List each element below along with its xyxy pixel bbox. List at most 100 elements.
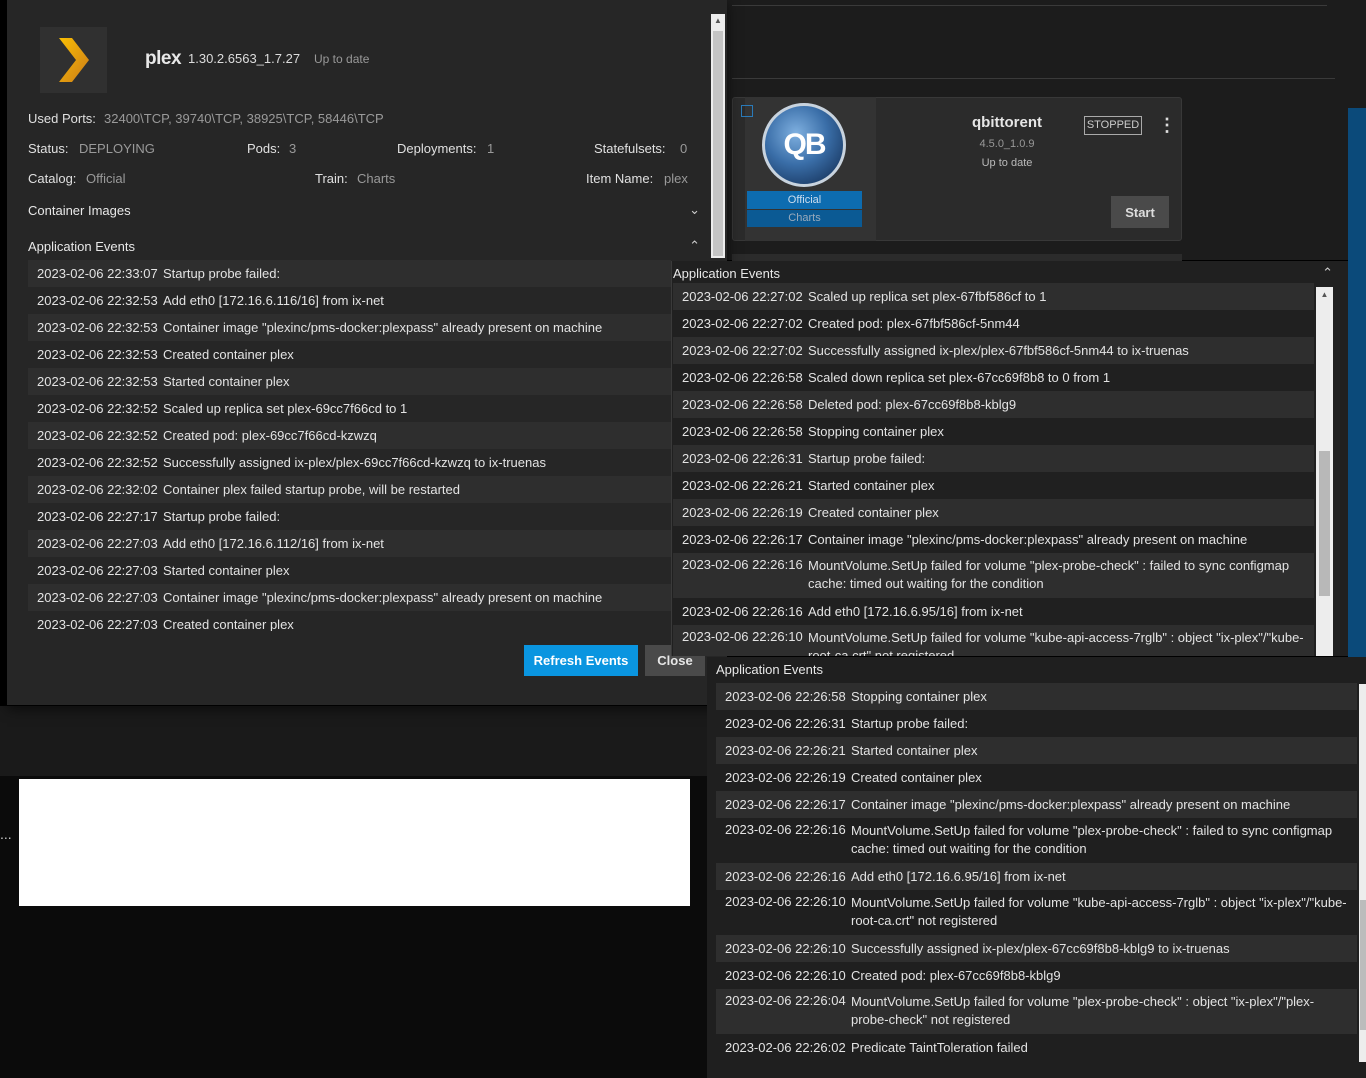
app-card-update-status: Up to date [981,157,1033,169]
event-row: 2023-02-06 22:32:52 Scaled up replica set… [28,395,671,422]
refresh-events-button[interactable]: Refresh Events [524,645,638,676]
event-message: Container image "plexinc/pms-docker:plex… [851,796,1291,812]
item-name-value: plex [664,171,688,186]
event-row: 2023-02-06 22:27:02 Scaled up replica set… [673,283,1314,310]
application-events-expander[interactable]: Application Events ⌃ [28,236,700,256]
train-value: Charts [357,171,396,186]
event-message: Started container plex [163,373,290,389]
update-status: Up to date [314,52,370,66]
event-message: Scaled up replica set plex-67fbf586cf to… [808,288,1047,304]
event-row: 2023-02-06 22:26:16 Add eth0 [172.16.6.95… [673,598,1314,625]
event-message: Created pod: plex-67fbf586cf-5nm44 [808,315,1020,331]
event-message: Container image "plexinc/pms-docker:plex… [808,531,1248,547]
event-row: 2023-02-06 22:26:31 Startup probe failed: [716,710,1357,737]
app-card-version: 4.5.0_1.0.9 [979,138,1035,150]
container-images-title: Container Images [28,202,131,218]
event-timestamp: 2023-02-06 22:32:52 [37,455,158,470]
event-timestamp: 2023-02-06 22:32:52 [37,428,158,443]
event-row: 2023-02-06 22:32:52 Successfully assigned… [28,449,671,476]
event-message: Container image "plexinc/pms-docker:plex… [163,589,603,605]
scroll-up-arrow-icon[interactable]: ▲ [713,16,723,26]
event-timestamp: 2023-02-06 22:27:03 [37,563,158,578]
event-timestamp: 2023-02-06 22:32:02 [37,482,158,497]
event-row: 2023-02-06 22:27:03 Add eth0 [172.16.6.11… [28,530,671,557]
ellipsis-text: ... [0,826,12,842]
event-message: Deleted pod: plex-67cc69f8b8-kblg9 [808,396,1017,412]
event-message: Created container plex [163,346,294,362]
event-row: 2023-02-06 22:26:17 Container image "plex… [673,526,1314,553]
event-timestamp: 2023-02-06 22:26:21 [725,743,846,758]
event-timestamp: 2023-02-06 22:26:16 [725,869,846,884]
event-row: 2023-02-06 22:26:58 Stopping container pl… [716,683,1357,710]
app-name: plex [145,48,182,69]
status-value: DEPLOYING [79,141,155,156]
redacted-area [19,779,690,906]
event-message: Started container plex [851,742,978,758]
event-message: Started container plex [163,562,290,578]
event-timestamp: 2023-02-06 22:26:10 [725,941,846,956]
statefulsets-value: 0 [680,141,688,156]
event-row: 2023-02-06 22:26:21 Started container ple… [716,737,1357,764]
train-badge: Charts [747,210,862,227]
statefulsets-label: Statefulsets: [594,141,666,156]
pods-value: 3 [289,141,297,156]
event-timestamp: 2023-02-06 22:26:16 [682,557,803,572]
event-row: 2023-02-06 22:32:53 Container image "plex… [28,314,671,341]
event-message: Scaled down replica set plex-67cc69f8b8 … [808,369,1111,385]
event-message: MountVolume.SetUp failed for volume "kub… [851,895,1347,928]
pods-label: Pods: [247,141,281,156]
event-timestamp: 2023-02-06 22:32:53 [37,347,158,362]
event-timestamp: 2023-02-06 22:26:31 [725,716,846,731]
event-timestamp: 2023-02-06 22:27:17 [37,509,158,524]
event-timestamp: 2023-02-06 22:27:02 [682,343,803,358]
event-row: 2023-02-06 22:32:02 Container plex failed… [28,476,671,503]
scrollbar-thumb[interactable] [1319,451,1330,596]
qbittorrent-logo-icon: QB [762,103,846,187]
event-row: 2023-02-06 22:26:58 Scaled down replica s… [673,364,1314,391]
application-events-title: Application Events [28,238,135,254]
event-row: 2023-02-06 22:27:03 Started container ple… [28,557,671,584]
event-message: Created pod: plex-69cc7f66cd-kzwzq [163,427,377,443]
container-images-expander[interactable]: Container Images ⌄ [28,200,700,220]
event-timestamp: 2023-02-06 22:26:10 [725,968,846,983]
mid-panel-header[interactable]: Application Events ⌃ [673,263,1333,283]
event-timestamp: 2023-02-06 22:26:17 [725,797,846,812]
event-timestamp: 2023-02-06 22:32:52 [37,401,158,416]
event-message: Startup probe failed: [851,715,969,731]
scroll-up-arrow-icon[interactable]: ▲ [1319,290,1330,300]
status-label: Status: [28,141,69,156]
event-message: MountVolume.SetUp failed for volume "ple… [808,558,1290,591]
event-message: Stopping container plex [851,688,987,704]
event-row: 2023-02-06 22:27:02 Successfully assigned… [673,337,1314,364]
event-message: Created container plex [851,769,982,785]
event-timestamp: 2023-02-06 22:26:02 [725,1040,846,1055]
more-vertical-icon[interactable]: ⋮ [1158,114,1176,136]
event-row: 2023-02-06 22:32:52 Created pod: plex-69c… [28,422,671,449]
event-message: Startup probe failed: [163,508,281,524]
event-row: 2023-02-06 22:26:16 MountVolume.SetUp fai… [673,553,1314,598]
catalog-value: Official [86,171,126,186]
event-timestamp: 2023-02-06 22:26:17 [682,532,803,547]
scrollbar-thumb[interactable] [1360,900,1366,1030]
scrollbar-thumb[interactable] [713,31,723,256]
event-row: 2023-02-06 22:26:58 Stopping container pl… [673,418,1314,445]
select-checkbox[interactable] [741,105,753,117]
event-timestamp: 2023-02-06 22:32:53 [37,374,158,389]
bottom-panel-header[interactable]: Application Events [716,659,1356,679]
item-name-label: Item Name: [586,171,654,186]
event-timestamp: 2023-02-06 22:27:03 [37,536,158,551]
mid-panel-title: Application Events [673,265,780,281]
event-message: Scaled up replica set plex-69cc7f66cd to… [163,400,408,416]
divider [732,5,1327,6]
event-row: 2023-02-06 22:26:10 Created pod: plex-67c… [716,962,1357,989]
used-ports-label: Used Ports: [28,111,96,126]
event-row: 2023-02-06 22:27:17 Startup probe failed: [28,503,671,530]
bottom-event-list: 2023-02-06 22:26:58 Stopping container pl… [716,683,1357,1068]
event-message: Started container plex [808,477,935,493]
plex-logo-icon [40,27,107,93]
event-timestamp: 2023-02-06 22:33:07 [37,266,158,281]
event-message: Successfully assigned ix-plex/plex-67cc6… [851,940,1230,956]
start-button[interactable]: Start [1111,196,1169,228]
event-row: 2023-02-06 22:32:53 Created container ple… [28,341,671,368]
event-message: MountVolume.SetUp failed for volume "ple… [851,823,1333,856]
